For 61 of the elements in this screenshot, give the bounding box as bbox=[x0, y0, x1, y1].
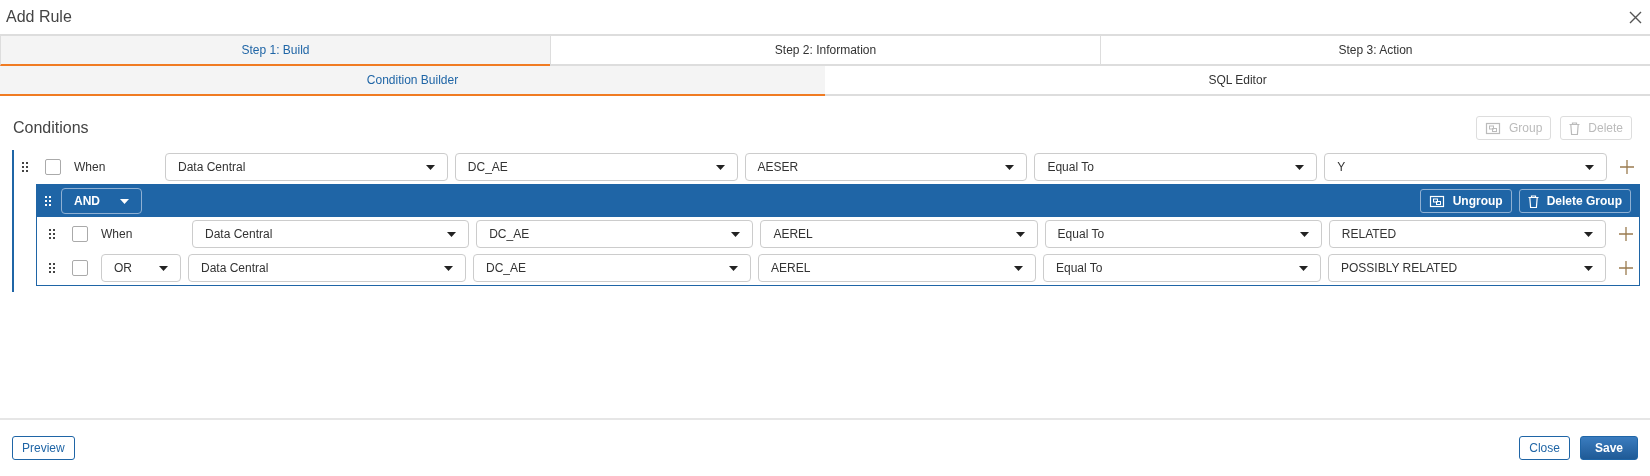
section-heading: Conditions bbox=[13, 119, 89, 137]
drag-handle-icon[interactable] bbox=[49, 229, 55, 239]
caret-icon bbox=[159, 265, 168, 271]
caret-icon bbox=[1295, 164, 1305, 170]
caret-icon bbox=[425, 164, 435, 170]
connector-dropdown[interactable]: OR bbox=[101, 254, 181, 282]
footer-button[interactable]: Save bbox=[1579, 436, 1638, 460]
delete-button[interactable]: Delete Group bbox=[1518, 189, 1631, 213]
condition-dropdown[interactable]: Data Central bbox=[188, 254, 466, 282]
caret-icon bbox=[1584, 231, 1593, 237]
step-tab[interactable]: Step 3: Action bbox=[1100, 36, 1650, 66]
condition-dropdown[interactable]: AEREL bbox=[758, 254, 1036, 282]
condition-dropdown[interactable]: POSSIBLY RELATED bbox=[1328, 254, 1606, 282]
condition-dropdown[interactable]: Equal To bbox=[1044, 220, 1322, 248]
ungroup-button[interactable]: Ungroup bbox=[1419, 189, 1512, 213]
add-icon[interactable] bbox=[1619, 261, 1633, 275]
drag-handle-icon[interactable] bbox=[49, 263, 55, 273]
caret-icon bbox=[120, 198, 129, 204]
condition-dropdown[interactable]: Data Central bbox=[192, 220, 470, 248]
step-tab[interactable]: Step 2: Information bbox=[550, 36, 1100, 66]
condition-dropdown[interactable]: Data Central bbox=[165, 153, 448, 181]
window-title: Add Rule bbox=[6, 8, 72, 26]
row-checkbox[interactable] bbox=[45, 159, 61, 175]
row-checkbox[interactable] bbox=[72, 260, 88, 276]
caret-icon bbox=[731, 231, 741, 237]
when-label: When bbox=[101, 227, 134, 241]
condition-dropdown[interactable]: Equal To bbox=[1043, 254, 1321, 282]
caret-icon bbox=[1299, 231, 1309, 237]
row-checkbox[interactable] bbox=[72, 226, 88, 242]
condition-dropdown[interactable]: Equal To bbox=[1034, 153, 1318, 181]
condition-dropdown[interactable]: RELATED bbox=[1328, 220, 1606, 248]
add-icon[interactable] bbox=[1619, 227, 1633, 241]
group-icon bbox=[1484, 121, 1501, 135]
condition-dropdown[interactable]: DC_AE bbox=[476, 220, 754, 248]
caret-icon bbox=[1585, 164, 1594, 170]
condition-dropdown[interactable]: DC_AE bbox=[454, 153, 738, 181]
caret-icon bbox=[1584, 265, 1593, 271]
trash-icon bbox=[1527, 194, 1539, 208]
editor-tab[interactable]: Condition Builder bbox=[0, 66, 825, 96]
caret-icon bbox=[444, 265, 453, 271]
caret-icon bbox=[1014, 265, 1023, 271]
group-icon bbox=[1428, 194, 1445, 208]
footer-button[interactable]: Close bbox=[1519, 436, 1570, 460]
footer-button[interactable]: Preview bbox=[12, 436, 75, 460]
condition-dropdown[interactable]: DC_AE bbox=[473, 254, 751, 282]
add-icon[interactable] bbox=[1620, 160, 1634, 174]
drag-handle-icon[interactable] bbox=[45, 196, 51, 206]
condition-dropdown[interactable]: AESER bbox=[744, 153, 1028, 181]
condition-dropdown[interactable]: AEREL bbox=[760, 220, 1038, 248]
condition-dropdown[interactable]: Y bbox=[1324, 153, 1607, 181]
trash-icon bbox=[1569, 121, 1581, 135]
caret-icon bbox=[715, 164, 725, 170]
caret-icon bbox=[729, 265, 738, 271]
when-label: When bbox=[74, 160, 107, 174]
operator-dropdown[interactable]: AND bbox=[61, 188, 142, 214]
caret-icon bbox=[447, 231, 457, 237]
caret-icon bbox=[1005, 164, 1015, 170]
drag-handle-icon[interactable] bbox=[22, 162, 28, 172]
step-tab[interactable]: Step 1: Build bbox=[0, 36, 550, 66]
caret-icon bbox=[1015, 231, 1025, 237]
caret-icon bbox=[1299, 265, 1308, 271]
